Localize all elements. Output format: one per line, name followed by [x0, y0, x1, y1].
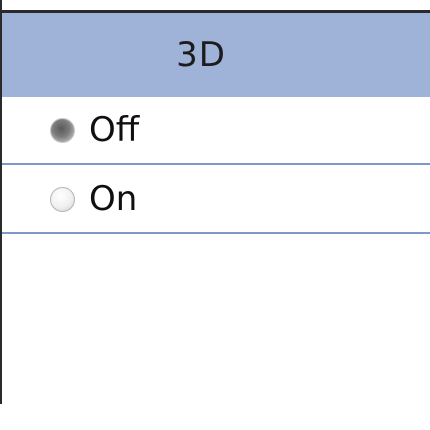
- panel-title: 3D: [176, 35, 226, 75]
- option-on-row[interactable]: On: [2, 166, 430, 234]
- settings-panel-3d: 3D Off On: [0, 0, 430, 430]
- option-off-row[interactable]: Off: [2, 97, 430, 165]
- option-on-label: On: [89, 179, 138, 219]
- radio-unselected-icon[interactable]: [50, 186, 75, 212]
- option-off-label: Off: [89, 110, 140, 150]
- panel-empty-area: [2, 236, 430, 404]
- radio-selected-icon[interactable]: [50, 117, 75, 143]
- panel-header: 3D: [2, 13, 430, 97]
